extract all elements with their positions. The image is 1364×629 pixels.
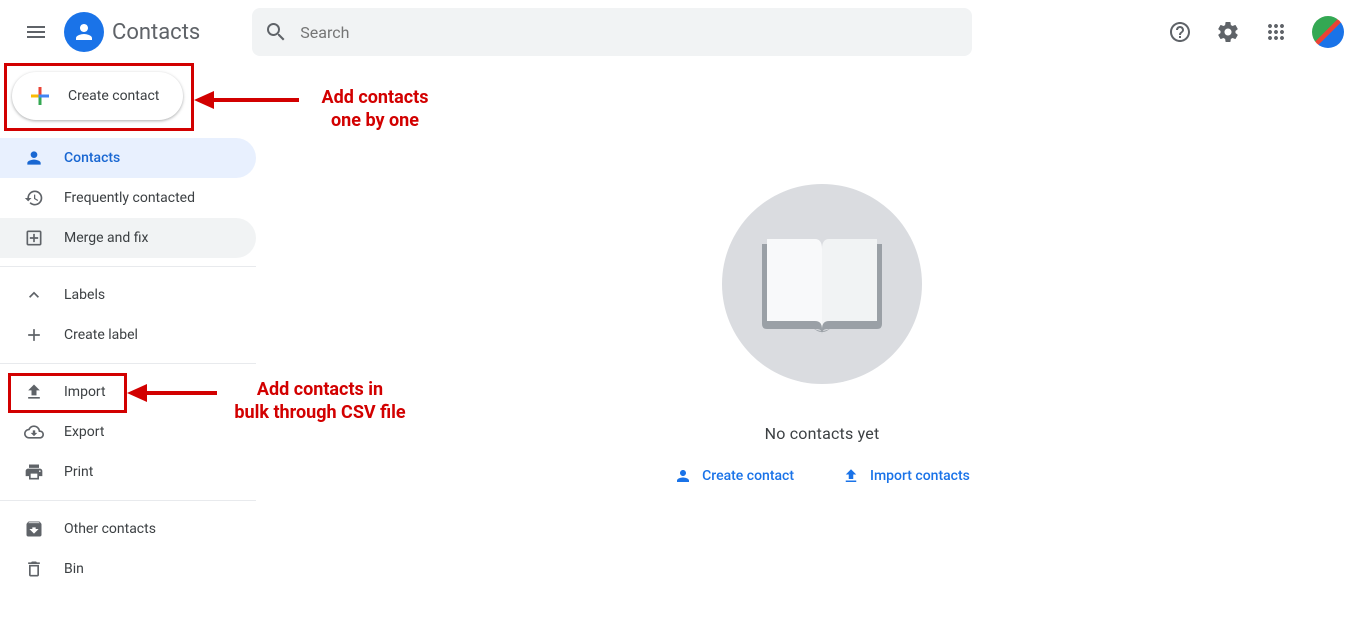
print-icon — [24, 462, 44, 482]
sidebar-item-merge-and-fix[interactable]: Merge and fix — [0, 218, 256, 258]
create-contact-link[interactable]: Create contact — [674, 467, 794, 485]
sidebar-item-label: Import — [64, 384, 106, 400]
plus-icon — [24, 325, 44, 345]
sidebar-divider — [0, 363, 256, 364]
app-logo[interactable]: Contacts — [64, 12, 200, 52]
main-content: No contacts yet Create contact Import co… — [280, 64, 1364, 629]
sidebar-item-import[interactable]: Import — [0, 372, 256, 412]
merge-icon — [24, 228, 44, 248]
hamburger-icon — [24, 20, 48, 44]
history-icon — [24, 188, 44, 208]
empty-book-icon — [722, 184, 922, 384]
sidebar-item-export[interactable]: Export — [0, 412, 256, 452]
plus-multicolor-icon — [28, 84, 52, 108]
sidebar-item-label: Contacts — [64, 150, 120, 166]
apps-button[interactable] — [1256, 12, 1296, 52]
create-contact-button[interactable]: Create contact — [12, 72, 183, 120]
sidebar-item-label: Merge and fix — [64, 230, 148, 246]
sidebar-item-create-label[interactable]: Create label — [0, 315, 256, 355]
upload-icon — [24, 382, 44, 402]
sidebar-divider — [0, 500, 256, 501]
sidebar-item-contacts[interactable]: Contacts — [0, 138, 256, 178]
search-icon — [252, 20, 300, 44]
gear-icon — [1216, 20, 1240, 44]
settings-button[interactable] — [1208, 12, 1248, 52]
create-contact-label: Create contact — [68, 88, 159, 104]
help-button[interactable] — [1160, 12, 1200, 52]
search-box[interactable] — [252, 8, 972, 56]
trash-icon — [24, 559, 44, 579]
upload-icon — [842, 467, 860, 485]
empty-state-actions: Create contact Import contacts — [674, 467, 970, 485]
sidebar: Create contact Contacts Frequently conta… — [0, 64, 260, 589]
person-add-icon — [674, 467, 692, 485]
sidebar-item-print[interactable]: Print — [0, 452, 256, 492]
sidebar-item-label: Frequently contacted — [64, 190, 195, 206]
sidebar-item-bin[interactable]: Bin — [0, 549, 256, 589]
sidebar-item-frequently-contacted[interactable]: Frequently contacted — [0, 178, 256, 218]
sidebar-item-label: Other contacts — [64, 521, 156, 537]
help-icon — [1168, 20, 1192, 44]
app-title: Contacts — [112, 20, 200, 45]
chevron-up-icon — [24, 285, 44, 305]
import-contacts-link-label: Import contacts — [870, 468, 970, 484]
create-contact-link-label: Create contact — [702, 468, 794, 484]
apps-grid-icon — [1264, 20, 1288, 44]
sidebar-item-label: Export — [64, 424, 104, 440]
contacts-logo-icon — [64, 12, 104, 52]
header-right — [1160, 12, 1344, 52]
sidebar-divider — [0, 266, 256, 267]
sidebar-item-label: Labels — [64, 287, 105, 303]
sidebar-item-label: Create label — [64, 327, 138, 343]
import-contacts-link[interactable]: Import contacts — [842, 467, 970, 485]
header-bar: Contacts — [0, 0, 1364, 64]
sidebar-item-label: Print — [64, 464, 93, 480]
archive-icon — [24, 519, 44, 539]
main-menu-button[interactable] — [12, 8, 60, 56]
sidebar-item-other-contacts[interactable]: Other contacts — [0, 509, 256, 549]
sidebar-item-label: Bin — [64, 561, 84, 577]
cloud-download-icon — [24, 422, 44, 442]
sidebar-item-labels[interactable]: Labels — [0, 275, 256, 315]
empty-state: No contacts yet Create contact Import co… — [280, 184, 1364, 485]
empty-state-text: No contacts yet — [765, 424, 880, 443]
account-avatar[interactable] — [1312, 16, 1344, 48]
person-icon — [24, 148, 44, 168]
search-input[interactable] — [300, 23, 972, 42]
